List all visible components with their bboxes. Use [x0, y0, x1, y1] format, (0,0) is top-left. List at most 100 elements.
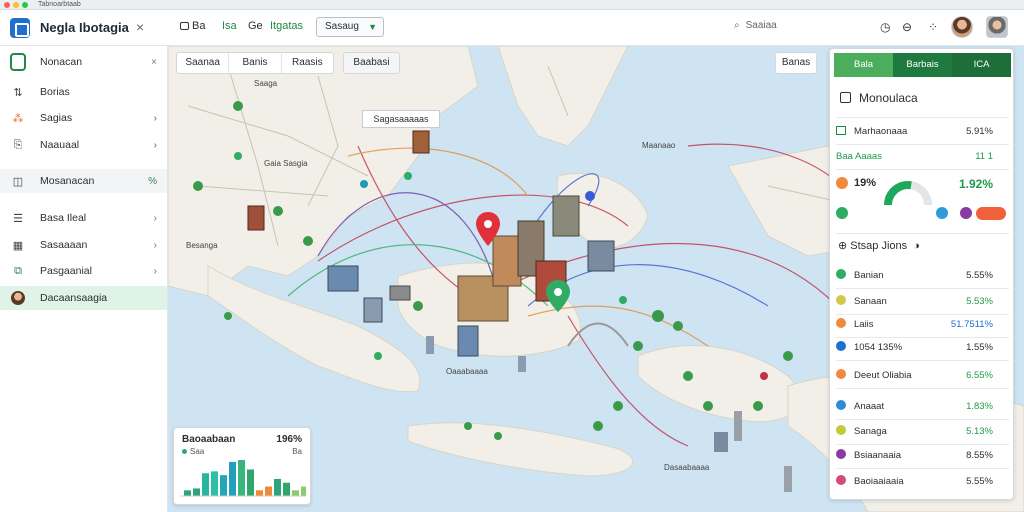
drop-icon[interactable]: [936, 207, 948, 219]
list-item[interactable]: 1054 135% 1.55%: [836, 337, 1009, 359]
status-dot-icon: [836, 449, 846, 459]
clock-icon[interactable]: ◷: [880, 20, 890, 34]
sidebar-item-pasgaanial[interactable]: ⧉ Pasgaanial ›: [0, 259, 167, 283]
gauge-section: 19% 1.92%: [836, 173, 1009, 231]
sidebar-item-mosanacan[interactable]: ◫ Mosanacan %: [0, 169, 167, 193]
mini-chart-bar: [301, 486, 306, 496]
list-item-label: Anaaat: [854, 401, 885, 412]
map-right-button[interactable]: Banas: [775, 52, 817, 74]
sidebar-item-sasaaaan[interactable]: ▦ Sasaaaan ›: [0, 233, 167, 257]
list-item[interactable]: Banian 5.55%: [836, 265, 1009, 287]
toggle-icon[interactable]: [976, 207, 1006, 220]
mini-chart-legend-2: Ba: [292, 447, 302, 456]
refresh-icon[interactable]: ◑: [913, 240, 920, 252]
globe-icon[interactable]: ⊖: [902, 20, 912, 34]
panel-tab-1[interactable]: Bala: [834, 53, 893, 77]
mini-chart-bar: [256, 490, 263, 496]
browser-tab-title[interactable]: Tabnoarbtaab: [38, 0, 81, 10]
document-icon: ⎘: [13, 138, 23, 151]
stack-icon: ⧉: [14, 264, 22, 277]
list-item-value: 5.55%: [966, 270, 993, 281]
map-tooltip: Sagasaaaaas: [362, 110, 440, 128]
account-avatar[interactable]: [986, 16, 1008, 38]
mini-chart-bar: [193, 488, 200, 496]
sidebar-close-icon[interactable]: ×: [151, 57, 157, 68]
toolbar-button-4[interactable]: Itgatas: [270, 20, 303, 32]
list-item-value: 5.55%: [966, 476, 993, 487]
user-avatar[interactable]: [951, 16, 973, 38]
list-item[interactable]: Laiis 51.7511%: [836, 314, 1009, 336]
toolbar-button-1[interactable]: Ba: [180, 20, 205, 32]
section-icon: ⊕: [838, 240, 851, 252]
list-item-label: Sanaga: [854, 426, 887, 437]
panel-tabs: Bala Barbais ICA: [834, 53, 1011, 77]
status-dot-icon: [836, 295, 846, 305]
list-item[interactable]: Bsiaanaaia 8.55%: [836, 445, 1009, 467]
list-item-value: 6.55%: [966, 370, 993, 381]
sidebar-item-naauaal[interactable]: ⎘ Naauaal ›: [0, 133, 167, 157]
apps-icon[interactable]: ⁘: [928, 20, 938, 34]
list-item[interactable]: Baoiaaiaaia 5.55%: [836, 471, 1009, 493]
list-item-label: 1054 135%: [854, 342, 903, 353]
mini-chart-bar: [238, 460, 245, 496]
sidebar-item-dacaansaagia[interactable]: Dacaansaagia: [0, 286, 167, 310]
timer-icon[interactable]: [960, 207, 972, 219]
filter-tab-2[interactable]: Banis: [229, 53, 282, 73]
app-header: Negla Ibotagia × Ba Isa Ge Itgatas Sasau…: [0, 10, 1024, 46]
status-dot-icon: [836, 475, 846, 485]
list-item-label: Bsiaanaaia: [854, 450, 902, 461]
list-item[interactable]: Deeut Oliabia 6.55%: [836, 365, 1009, 387]
search-field[interactable]: ⌕ Saaiaa: [734, 20, 777, 31]
list-item[interactable]: Sanaan 5.53%: [836, 291, 1009, 313]
metric-row[interactable]: Marhaonaaa 5.91%: [836, 121, 1009, 143]
metric-row[interactable]: Baa Aaaas 11 1: [836, 146, 1009, 168]
section-header: ⊕ Stsap Jions ◑: [838, 240, 920, 252]
mini-chart-bar: [283, 482, 290, 496]
panel-tab-2[interactable]: Barbais: [893, 53, 952, 77]
status-dot-icon: [836, 425, 846, 435]
panel-icon: [840, 92, 851, 103]
sidebar-item-basa-ileal[interactable]: ☰ Basa Ileal ›: [0, 206, 167, 230]
panel-title: Monoulaca: [840, 91, 918, 105]
mini-chart-bar: [202, 473, 209, 496]
window-close-dot[interactable]: [4, 2, 10, 8]
sidebar-item-borias[interactable]: ⇅ Borias: [0, 80, 167, 104]
status-dot-icon: [836, 269, 846, 279]
list-item-value: 1.55%: [966, 342, 993, 353]
sidebar-item-sagias[interactable]: ⁂ Sagias ›: [0, 106, 167, 130]
gauge-chart: [884, 181, 932, 206]
mini-chart-bar: [247, 469, 254, 496]
mini-chart-title: Baoaabaan: [182, 434, 236, 445]
toolbar-button-2[interactable]: Isa: [222, 20, 237, 32]
list-item[interactable]: Sanaga 5.13%: [836, 421, 1009, 443]
filter-tab-3[interactable]: Raasis: [282, 53, 333, 73]
browser-tab-strip: Tabnoarbtaab: [0, 0, 1024, 10]
mini-chart-legend-1: Saa: [182, 447, 204, 456]
map-filter-tabs: Saanaa Banis Raasis: [176, 52, 334, 74]
filter-tab-1[interactable]: Saanaa: [177, 53, 230, 73]
panel-tab-3[interactable]: ICA: [952, 53, 1011, 77]
gauge-fill: [884, 181, 912, 206]
status-dot-icon: [836, 400, 846, 410]
map-dropdown-button[interactable]: Baabasi: [343, 52, 400, 74]
user-icon: [10, 290, 26, 306]
toolbar-button-3[interactable]: Ge: [248, 20, 263, 32]
window-minimize-dot[interactable]: [13, 2, 19, 8]
window-maximize-dot[interactable]: [22, 2, 28, 8]
calendar-icon: [180, 22, 189, 30]
view-select[interactable]: Sasaug ▼: [316, 17, 384, 37]
app-logo-icon: [10, 18, 30, 38]
mini-chart-bar: [229, 461, 236, 496]
map-label: Dasaabaaaa: [664, 463, 710, 472]
list-item-value: 5.13%: [966, 426, 993, 437]
gauge-dot-icon: [836, 177, 848, 189]
sidebar-item-nonacan[interactable]: Nonacan ×: [0, 50, 167, 74]
badge-icon[interactable]: [836, 207, 848, 219]
mini-chart-bar: [265, 486, 272, 496]
mini-chart-bars: [180, 460, 306, 497]
logo-icon: [10, 53, 26, 71]
mini-chart-card[interactable]: Baoaabaan 196% Saa Ba: [173, 427, 311, 505]
close-icon[interactable]: ×: [136, 19, 144, 35]
mini-chart-bar: [274, 478, 281, 496]
list-item[interactable]: Anaaat 1.83%: [836, 396, 1009, 418]
